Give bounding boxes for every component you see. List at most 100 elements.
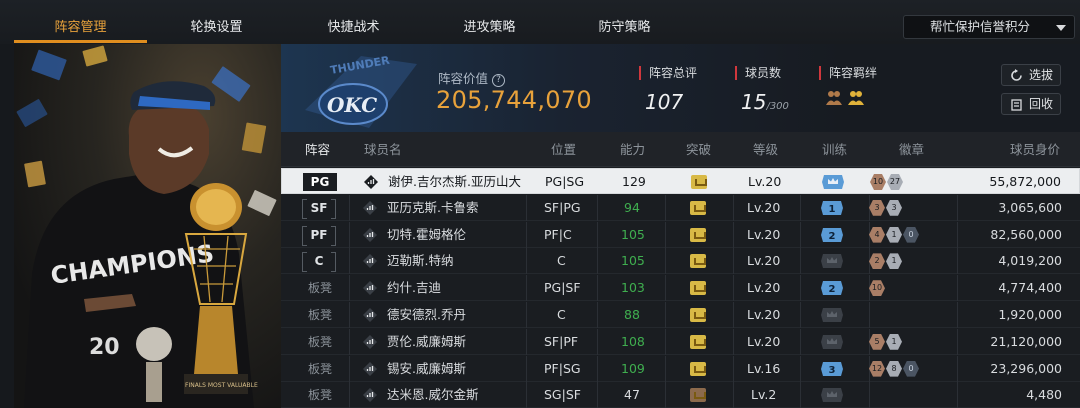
training-icon[interactable] [822,175,844,189]
col-training: 训练 [822,142,848,157]
roster-table: 阵容 球员名 位置 能力 突破 等级 训练 徽章 球员身价 PG 谢伊.吉尔杰斯.… [281,132,1080,408]
crown-icon[interactable] [690,361,706,376]
team-logo-icon: THUNDER OKC [305,54,417,128]
table-row[interactable]: 板凳 达米恩.威尔金斯 SG|SF 47 Lv.2 4,480 [281,382,1080,408]
player-rating-icon [363,200,377,215]
player-count-stat: 球员数 15/300 [735,66,789,114]
top-tab-bar: 阵容管理 轮换设置 快捷战术 进攻策略 防守策略 帮忙保护信誉积分 [0,0,1080,44]
player-name[interactable]: 亚历克斯.卡鲁索 [387,195,478,221]
player-name[interactable]: 贾伦.威廉姆斯 [387,329,466,355]
player-ability: 108 [621,333,645,349]
tab-rotation-settings[interactable]: 轮换设置 [150,0,283,44]
player-name[interactable]: 锡安.威廉姆斯 [387,356,466,382]
crown-icon[interactable] [690,281,706,296]
tab-defense-strategy[interactable]: 防守策略 [558,0,691,44]
player-value: 55,872,000 [989,174,1061,189]
badge-icon: 1 [886,226,902,243]
player-position: SF|PG [544,199,581,215]
training-icon[interactable] [821,388,843,403]
player-ability: 105 [621,226,645,242]
trophy-text: FINALS MOST VALUABLE [185,382,258,389]
position-slot-badge: C [302,252,336,273]
refresh-icon [1011,69,1022,81]
col-breakthrough: 突破 [686,142,712,157]
player-rating-icon [363,388,377,403]
player-position: PF|SG [544,360,581,376]
badge-list[interactable]: 410 [869,226,919,243]
svg-text:OKC: OKC [327,93,377,117]
select-button[interactable]: 选拔 [1001,64,1061,86]
col-player-name: 球员名 [364,142,402,157]
player-position: SF|PF [544,333,579,349]
bond-gold-icon [848,91,864,105]
lineup-screen: 阵容管理 轮换设置 快捷战术 进攻策略 防守策略 帮忙保护信誉积分 CHAMPI… [0,0,1080,408]
badge-icon: 27 [887,174,903,190]
training-icon[interactable] [821,334,843,349]
badge-icon: 4 [869,226,885,243]
player-hero-image: CHAMPIONS 20 FINALS MOST VALUABLE [14,44,281,408]
player-value: 4,774,400 [998,280,1062,296]
jersey-number: 20 [89,335,120,360]
training-level-icon[interactable]: 2 [821,281,843,296]
badge-icon: 3 [869,199,885,216]
player-level: Lv.20 [748,174,782,189]
lineup-bond-stat[interactable]: 阵容羁绊 [819,66,877,106]
player-name[interactable]: 谢伊.吉尔杰斯.亚历山大 [388,169,521,195]
player-position: PG|SG [545,174,585,189]
crown-icon[interactable] [691,175,707,189]
table-row[interactable]: 板凳 德安德烈.乔丹 C 88 Lv.20 1,920,000 [281,302,1080,328]
player-name[interactable]: 约什.吉迪 [387,275,441,301]
player-position: SG|SF [544,387,581,403]
player-value: 4,480 [1026,387,1062,403]
table-row[interactable]: PG 谢伊.吉尔杰斯.亚历山大 PG|SG 129 Lv.20 10 27 55,872,00… [281,168,1080,194]
badge-list[interactable]: 51 [869,333,902,350]
lineup-stats-panel: THUNDER OKC 阵容价值? 205,744,070 阵容总评 107 球… [281,44,1080,132]
col-badges: 徽章 [899,142,925,157]
tab-offense-strategy[interactable]: 进攻策略 [423,0,556,44]
reputation-dropdown[interactable]: 帮忙保护信誉积分 [903,15,1075,39]
table-row[interactable]: 板凳 约什.吉迪 PG|SF 103 Lv.20 2 10 4,774,400 [281,275,1080,302]
badge-list[interactable]: 21 [869,253,902,270]
badge-list[interactable]: 10 27 [870,174,903,190]
player-name[interactable]: 德安德烈.乔丹 [387,302,466,328]
player-position: C [557,253,566,269]
lineup-value-number: 205,744,070 [436,86,592,114]
crown-icon[interactable] [690,388,706,403]
table-row[interactable]: PF 切特.霍姆格伦 PF|C 105 Lv.20 2 4 1 0 82,560,000 [281,221,1080,248]
training-icon[interactable] [821,254,843,269]
player-illustration: CHAMPIONS 20 FINALS MOST VALUABLE [24,81,258,408]
badge-list[interactable]: 10 [869,280,885,297]
table-row[interactable]: 板凳 贾伦.威廉姆斯 SF|PF 108 Lv.20 5 1 21,120,000 [281,328,1080,355]
recycle-button[interactable]: 回收 [1001,93,1061,115]
bond-bronze-icon [826,91,842,105]
table-row[interactable]: SF 亚历克斯.卡鲁索 SF|PG 94 Lv.20 1 3 3 3,065,600 [281,194,1080,221]
crown-icon[interactable] [690,227,706,242]
table-row[interactable]: 板凳 锡安.威廉姆斯 PF|SG 109 Lv.16 3 12 8 0 23,296,000 [281,355,1080,382]
tab-lineup-management[interactable]: 阵容管理 [14,0,147,44]
training-level-icon[interactable]: 1 [821,200,843,215]
recycle-button-label: 回收 [1029,97,1054,111]
crown-icon[interactable] [690,254,706,269]
table-row[interactable]: C 迈勒斯.特纳 C 105 Lv.20 2 1 4,019,200 [281,248,1080,275]
bench-label: 板凳 [308,361,333,376]
player-name[interactable]: 切特.霍姆格伦 [387,222,466,248]
badge-icon: 1 [886,253,902,270]
col-lineup: 阵容 [305,142,331,157]
training-level-icon[interactable]: 2 [821,227,843,242]
position-slot-badge: PG [303,173,337,191]
player-position: C [557,307,566,322]
crown-icon[interactable] [690,308,706,322]
player-name[interactable]: 达米恩.威尔金斯 [387,382,478,408]
crown-icon[interactable] [690,200,706,215]
player-ability: 109 [621,360,645,376]
bench-label: 板凳 [308,281,333,296]
badge-icon: 8 [886,360,902,377]
tab-quick-tactics[interactable]: 快捷战术 [287,0,420,44]
badge-list[interactable]: 12 8 0 [869,360,919,377]
crown-icon[interactable] [690,334,706,349]
training-icon[interactable] [821,308,843,322]
player-name[interactable]: 迈勒斯.特纳 [387,248,453,274]
training-level-icon[interactable]: 3 [821,361,843,376]
badge-list[interactable]: 33 [869,199,902,216]
badge-icon: 3 [886,199,902,216]
